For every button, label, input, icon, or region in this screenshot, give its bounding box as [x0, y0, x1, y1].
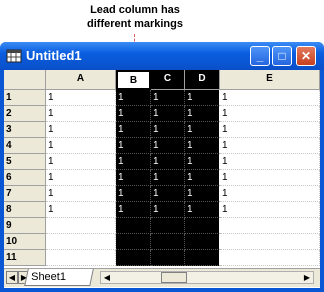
cell-d1[interactable]: 1 [185, 90, 220, 106]
cell-b6[interactable]: 1 [116, 170, 151, 186]
column-header-e[interactable]: E [220, 70, 320, 90]
cell-e6[interactable]: 1 [220, 170, 320, 186]
cell-d10[interactable] [185, 234, 220, 250]
cell-d9[interactable] [185, 218, 220, 234]
cell-e1[interactable]: 1 [220, 90, 320, 106]
cell-b8[interactable]: 1 [116, 202, 151, 218]
callout-line-1: Lead column has [90, 4, 180, 16]
maximize-icon: □ [278, 49, 286, 63]
cell-c6[interactable]: 1 [151, 170, 185, 186]
row-header-3[interactable]: 3 [4, 122, 46, 138]
spreadsheet-app-icon [6, 49, 22, 63]
sheet-tab-label: Sheet1 [31, 271, 66, 283]
cell-c5[interactable]: 1 [151, 154, 185, 170]
column-header-b[interactable]: B [116, 70, 151, 90]
cell-d2[interactable]: 1 [185, 106, 220, 122]
row-header-8[interactable]: 8 [4, 202, 46, 218]
cell-d4[interactable]: 1 [185, 138, 220, 154]
close-button[interactable]: ✕ [296, 46, 316, 66]
row-header-11[interactable]: 11 [4, 250, 46, 266]
cell-d8[interactable]: 1 [185, 202, 220, 218]
column-header-d[interactable]: D [185, 70, 220, 90]
column-header-c[interactable]: C [151, 70, 185, 90]
cell-e2[interactable]: 1 [220, 106, 320, 122]
cell-b3[interactable]: 1 [116, 122, 151, 138]
cell-c2[interactable]: 1 [151, 106, 185, 122]
horizontal-scrollbar[interactable]: ◀ ▶ [100, 271, 314, 284]
cell-a4[interactable]: 1 [46, 138, 116, 154]
cell-b7[interactable]: 1 [116, 186, 151, 202]
cell-a9[interactable] [46, 218, 116, 234]
row-header-6[interactable]: 6 [4, 170, 46, 186]
cell-c1[interactable]: 1 [151, 90, 185, 106]
cell-c10[interactable] [151, 234, 185, 250]
cell-c8[interactable]: 1 [151, 202, 185, 218]
row-header-10[interactable]: 10 [4, 234, 46, 250]
cell-d6[interactable]: 1 [185, 170, 220, 186]
row-header-2[interactable]: 2 [4, 106, 46, 122]
minimize-button[interactable]: _ [250, 46, 270, 66]
cell-c4[interactable]: 1 [151, 138, 185, 154]
cell-e9[interactable] [220, 218, 320, 234]
cell-a10[interactable] [46, 234, 116, 250]
sheet-tab-sheet1[interactable]: Sheet1 [24, 269, 94, 286]
cell-b9[interactable] [116, 218, 151, 234]
cell-b5[interactable]: 1 [116, 154, 151, 170]
cell-a8[interactable]: 1 [46, 202, 116, 218]
scroll-right-icon: ▶ [303, 273, 311, 282]
cell-d7[interactable]: 1 [185, 186, 220, 202]
scroll-left-button[interactable]: ◀ [101, 272, 113, 283]
prev-sheet-button[interactable]: ◀ [6, 271, 18, 284]
cell-e5[interactable]: 1 [220, 154, 320, 170]
cell-c3[interactable]: 1 [151, 122, 185, 138]
cell-a5[interactable]: 1 [46, 154, 116, 170]
cell-e3[interactable]: 1 [220, 122, 320, 138]
cell-b1[interactable]: 1 [116, 90, 151, 106]
cell-a11[interactable] [46, 250, 116, 266]
cell-e10[interactable] [220, 234, 320, 250]
row-header-1[interactable]: 1 [4, 90, 46, 106]
close-icon: ✕ [300, 49, 312, 63]
select-all-corner[interactable] [4, 70, 46, 90]
cell-e7[interactable]: 1 [220, 186, 320, 202]
minimize-icon: _ [256, 49, 264, 63]
cell-d3[interactable]: 1 [185, 122, 220, 138]
spreadsheet-grid[interactable]: ABCDE11111121111131111141111151111161111… [4, 70, 320, 288]
maximize-button[interactable]: □ [272, 46, 292, 66]
cell-e8[interactable]: 1 [220, 202, 320, 218]
cell-d5[interactable]: 1 [185, 154, 220, 170]
callout-annotation: Lead column has different markings [70, 3, 200, 31]
callout-line-2: different markings [87, 18, 183, 30]
cell-a3[interactable]: 1 [46, 122, 116, 138]
spreadsheet-window: Untitled1 _ □ ✕ ABCDE1111112111113111114… [0, 42, 324, 292]
cell-a6[interactable]: 1 [46, 170, 116, 186]
scrollbar-thumb[interactable] [161, 272, 187, 283]
cell-d11[interactable] [185, 250, 220, 266]
cell-b4[interactable]: 1 [116, 138, 151, 154]
cell-c7[interactable]: 1 [151, 186, 185, 202]
cell-b11[interactable] [116, 250, 151, 266]
row-header-7[interactable]: 7 [4, 186, 46, 202]
scroll-left-icon: ◀ [103, 273, 111, 282]
title-bar[interactable]: Untitled1 _ □ ✕ [0, 42, 324, 70]
scroll-right-button[interactable]: ▶ [301, 272, 313, 283]
cell-c9[interactable] [151, 218, 185, 234]
window-title: Untitled1 [26, 48, 82, 63]
left-arrow-icon: ◀ [8, 273, 16, 282]
cell-a2[interactable]: 1 [46, 106, 116, 122]
row-header-4[interactable]: 4 [4, 138, 46, 154]
sheet-tab-bar: ◀ ▶ Sheet1 ◀ ▶ [4, 268, 320, 287]
cell-c11[interactable] [151, 250, 185, 266]
cell-a1[interactable]: 1 [46, 90, 116, 106]
cell-e4[interactable]: 1 [220, 138, 320, 154]
cell-b2[interactable]: 1 [116, 106, 151, 122]
cell-b10[interactable] [116, 234, 151, 250]
cell-e11[interactable] [220, 250, 320, 266]
row-header-9[interactable]: 9 [4, 218, 46, 234]
cell-a7[interactable]: 1 [46, 186, 116, 202]
column-header-a[interactable]: A [46, 70, 116, 90]
row-header-5[interactable]: 5 [4, 154, 46, 170]
